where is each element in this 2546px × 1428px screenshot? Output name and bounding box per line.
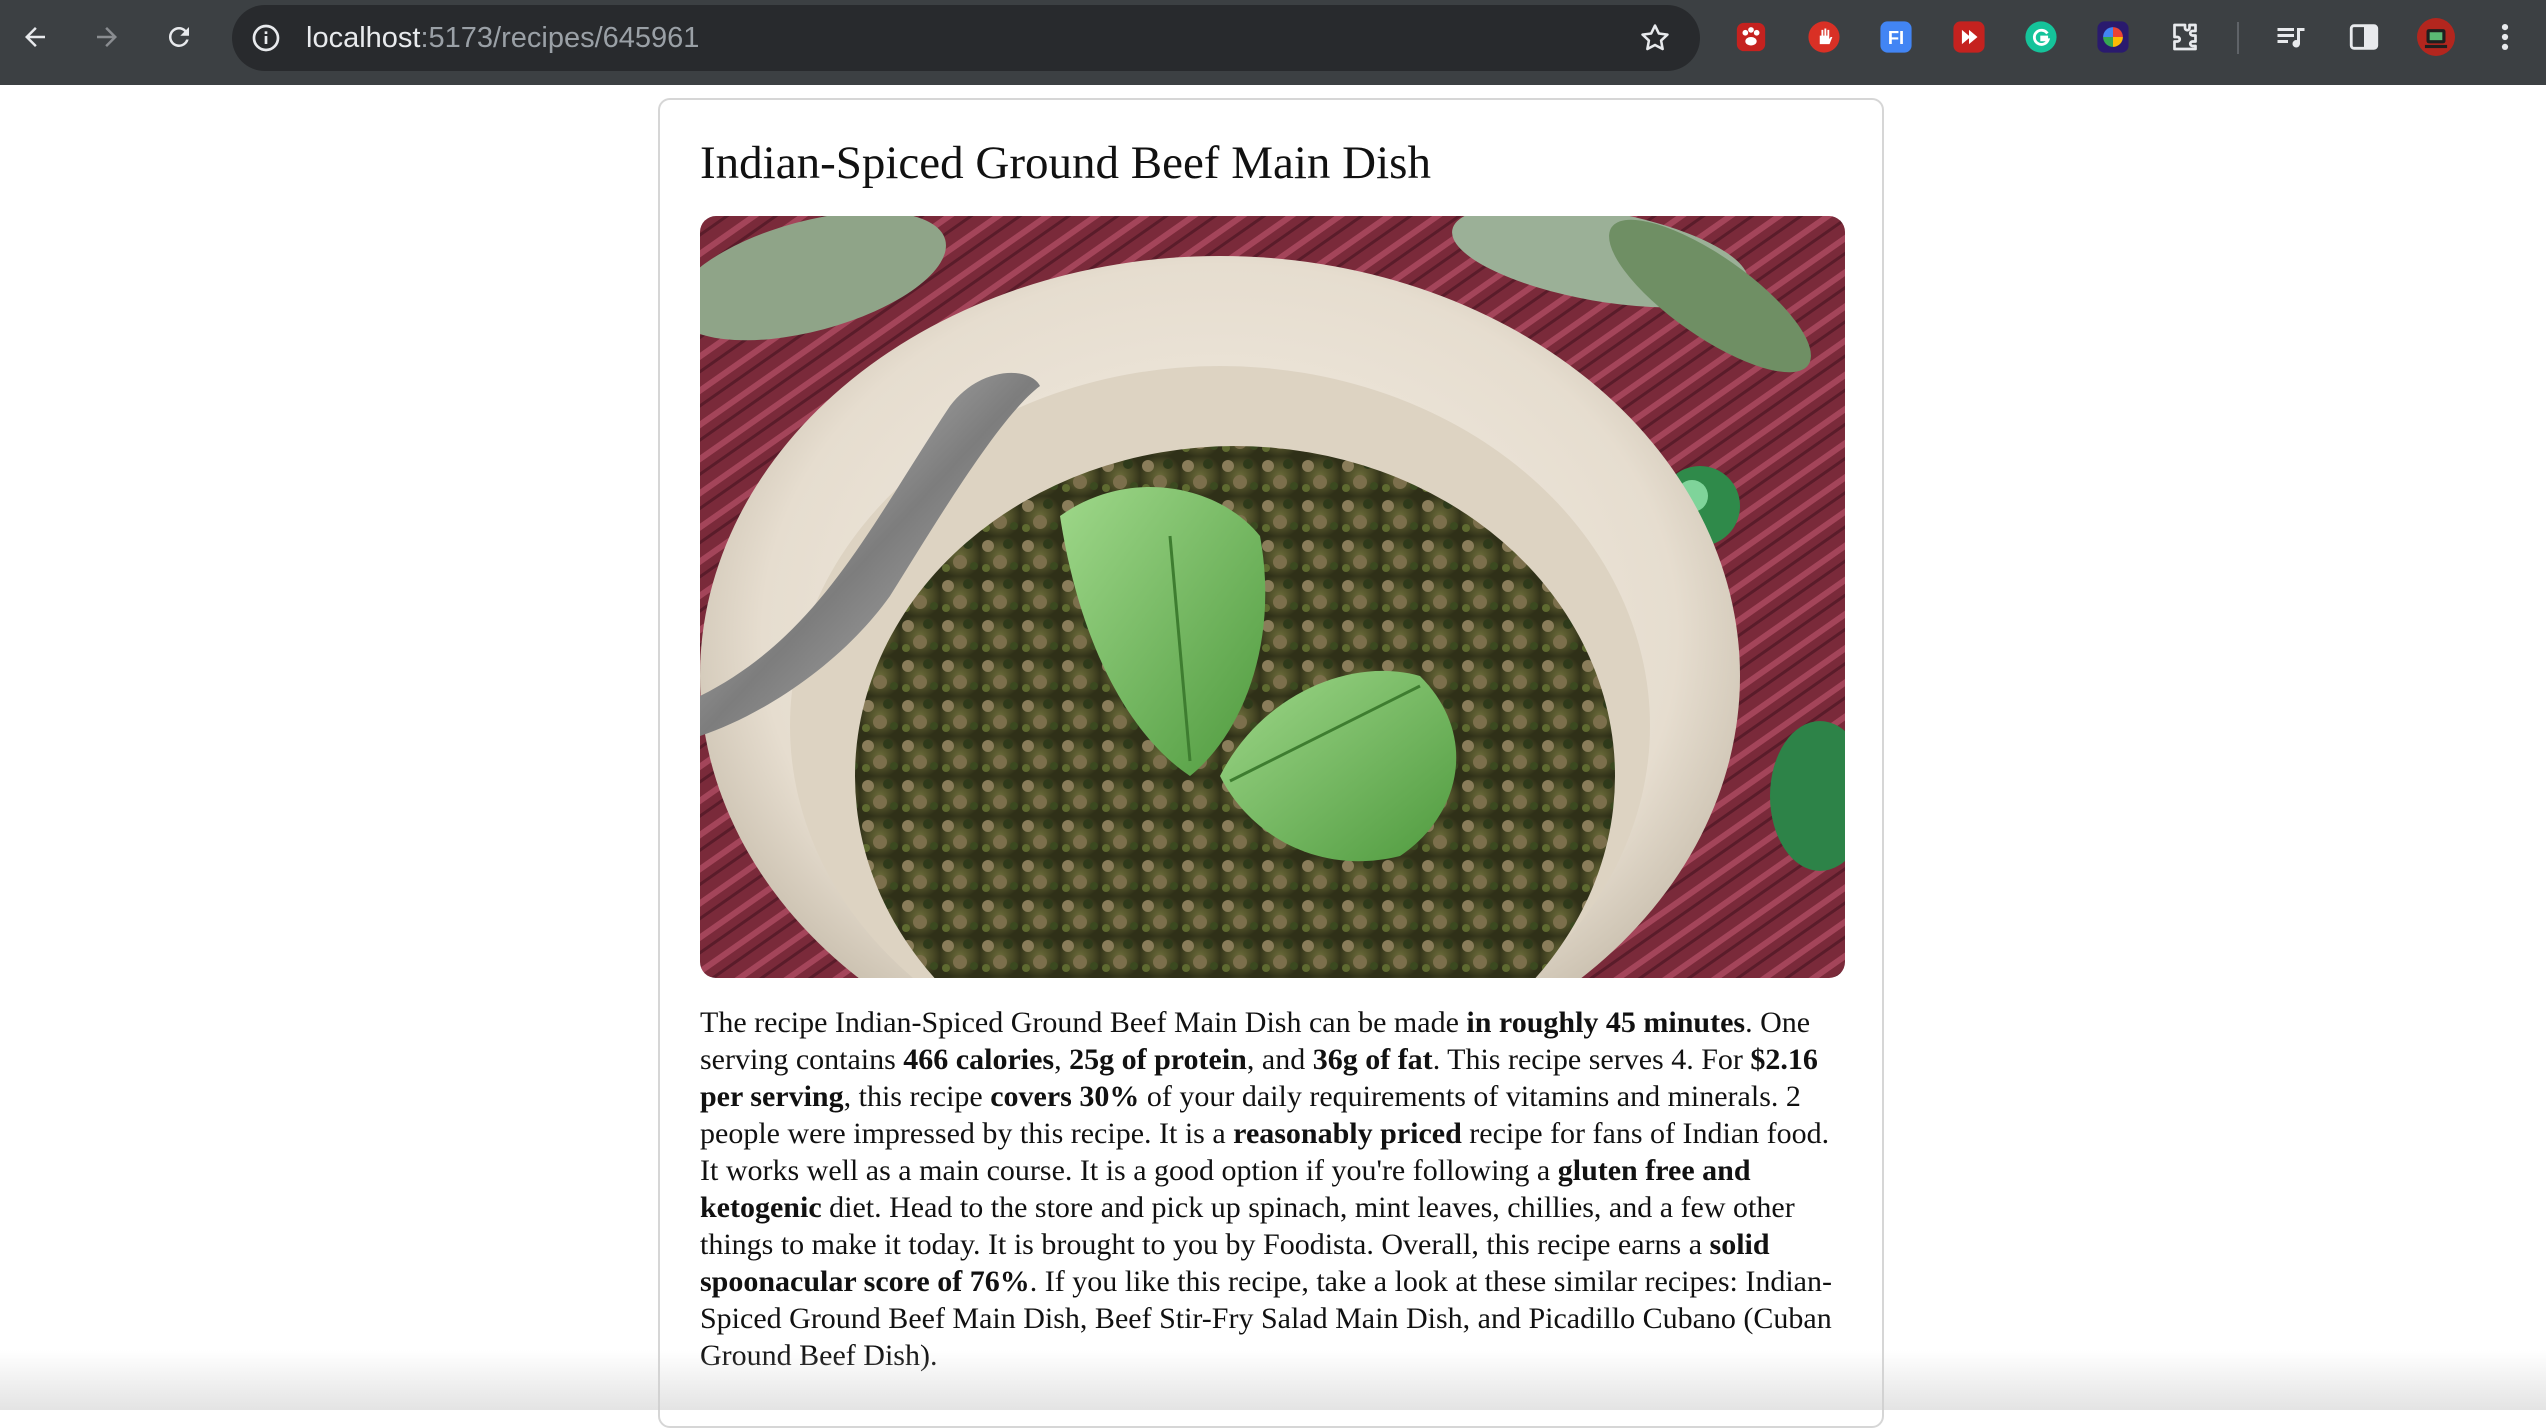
extensions-button[interactable] (2166, 18, 2204, 56)
avatar-icon (2417, 18, 2455, 56)
side-panel-icon (2349, 24, 2379, 50)
recipe-title: Indian-Spiced Ground Beef Main Dish (700, 137, 1431, 189)
summary-text: , (1054, 1043, 1070, 1076)
summary-highlight: 36g of fat (1312, 1043, 1433, 1076)
grammarly-icon (2025, 21, 2057, 53)
toolbar-divider (2237, 22, 2239, 54)
browser-toolbar: localhost:5173/recipes/645961 FI (0, 0, 2546, 85)
recipe-summary: The recipe Indian-Spiced Ground Beef Mai… (700, 1004, 1850, 1374)
summary-text: diet. Head to the store and pick up spin… (700, 1191, 1795, 1261)
bookmark-button[interactable] (1636, 19, 1674, 57)
star-icon (1641, 24, 1669, 51)
color-wheel-icon (2097, 21, 2129, 53)
profile-avatar[interactable] (2417, 18, 2455, 56)
back-button[interactable] (12, 14, 58, 60)
paw-extension-icon[interactable] (1732, 18, 1770, 56)
hand-extension-icon[interactable] (1805, 18, 1843, 56)
grammarly-extension-icon[interactable] (2022, 18, 2060, 56)
puzzle-icon (2173, 23, 2197, 51)
media-queue-button[interactable] (2272, 18, 2310, 56)
reload-button[interactable] (156, 14, 202, 60)
summary-highlight: 25g of protein (1069, 1043, 1247, 1076)
summary-text: , this recipe (843, 1080, 991, 1113)
summary-highlight: 466 calories (903, 1043, 1055, 1076)
svg-text:FI: FI (1888, 27, 1904, 48)
fi-extension-icon[interactable]: FI (1877, 18, 1915, 56)
site-info-button[interactable] (248, 20, 284, 56)
info-circle-icon (252, 24, 280, 52)
summary-highlight: in roughly 45 minutes (1466, 1006, 1746, 1039)
browser-menu-button[interactable] (2490, 18, 2520, 56)
media-queue-icon (2277, 28, 2305, 48)
vertical-dots-icon (2501, 23, 2509, 51)
paw-icon (1736, 22, 1766, 52)
play-extension-icon[interactable] (1950, 18, 1988, 56)
hand-icon (1808, 21, 1840, 53)
color-wheel-extension-icon[interactable] (2094, 18, 2132, 56)
summary-text: , and (1246, 1043, 1313, 1076)
address-bar[interactable]: localhost:5173/recipes/645961 (232, 5, 1700, 71)
arrow-left-icon (25, 27, 45, 47)
play-icon (1953, 21, 1985, 53)
reload-icon (168, 26, 189, 47)
recipe-card: Indian-Spiced Ground Beef Main Dish The … (658, 98, 1884, 1428)
recipe-image (700, 216, 1845, 978)
url-host: localhost (306, 22, 421, 54)
summary-text: . This recipe serves 4. For (1432, 1043, 1751, 1076)
url-path: :5173/recipes/645961 (420, 22, 700, 54)
fi-icon: FI (1880, 21, 1912, 53)
summary-highlight: reasonably priced (1233, 1117, 1462, 1150)
url-text[interactable]: localhost:5173/recipes/645961 (306, 5, 699, 71)
side-panel-button[interactable] (2345, 18, 2383, 56)
summary-highlight: covers 30% (990, 1080, 1140, 1113)
summary-text: The recipe Indian-Spiced Ground Beef Mai… (700, 1006, 1467, 1039)
arrow-right-icon (97, 27, 117, 47)
forward-button[interactable] (84, 14, 130, 60)
food-bowl-illustration (700, 216, 1845, 978)
